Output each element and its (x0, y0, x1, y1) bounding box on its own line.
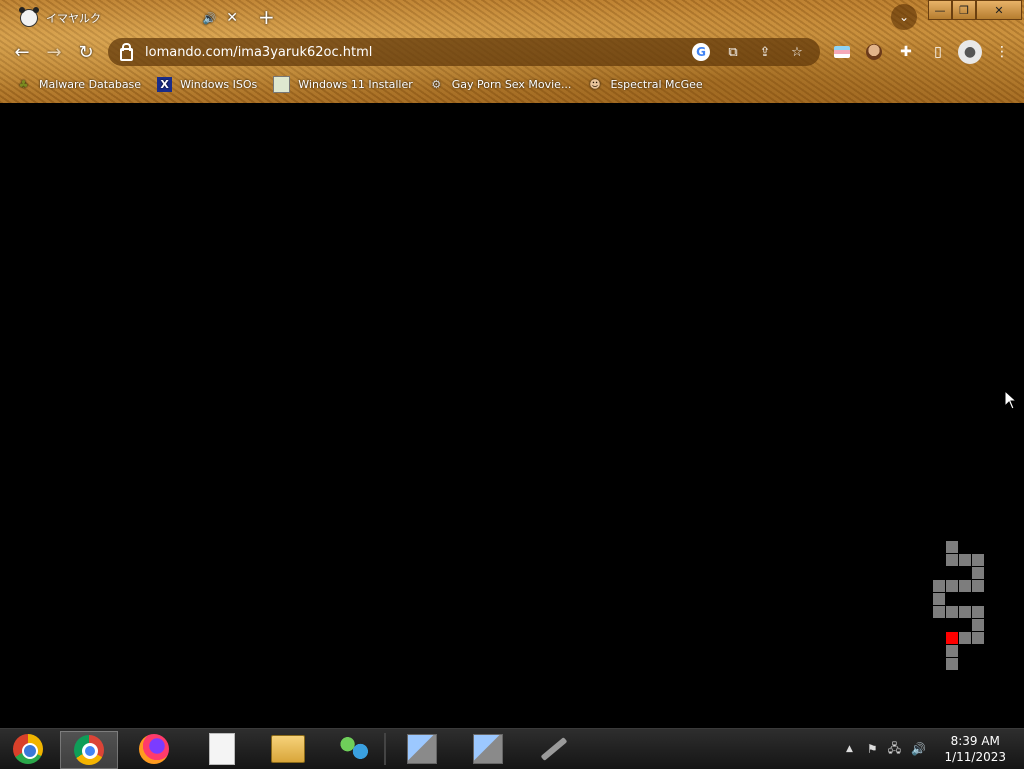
game-grid[interactable] (0, 103, 1024, 728)
browser-tab[interactable]: イマヤルク 🔊 ✕ (8, 4, 248, 32)
taskbar-chrome-canary[interactable] (0, 731, 56, 767)
extension-avatar-icon[interactable] (864, 42, 884, 62)
share-icon[interactable]: ⇪ (756, 43, 774, 61)
chrome-canary-icon (13, 734, 43, 764)
installer-icon-1 (407, 734, 437, 764)
forward-button[interactable]: → (42, 40, 66, 64)
close-window-button[interactable]: ✕ (976, 0, 1022, 20)
bookmark-windows-isos[interactable]: X Windows ISOs (157, 76, 258, 92)
image-icon (273, 75, 291, 93)
bookmark-espectral-mcgee[interactable]: ☻ Espectral McGee (587, 77, 702, 92)
new-tab-button[interactable]: + (258, 5, 275, 29)
browser-chrome: イマヤルク 🔊 ✕ + ⌄ — ❐ ✕ ← → ↻ lomando.com/im… (0, 0, 1024, 103)
game-cell (972, 554, 984, 566)
blank-document-icon (209, 733, 235, 765)
game-cell (933, 580, 945, 592)
arrow-left-icon: ← (14, 41, 30, 63)
game-cell (972, 567, 984, 579)
bookmark-label: Espectral McGee (610, 77, 703, 91)
flag-icon[interactable]: ⚑ (867, 742, 878, 756)
lock-icon (120, 42, 133, 61)
taskbar-file-explorer[interactable] (260, 731, 316, 767)
google-icon[interactable]: G (692, 43, 710, 61)
taskbar-separator (384, 733, 386, 765)
game-cell (946, 645, 958, 657)
address-bar[interactable]: lomando.com/ima3yaruk62oc.html G ⧉ ⇪ ☆ (108, 38, 820, 66)
bookmark-gay-porn-sex-movie[interactable]: ⚙ Gay Porn Sex Movie... (429, 77, 572, 92)
extension-flag-icon[interactable] (832, 42, 852, 62)
face-icon: ☻ (589, 77, 601, 91)
clock[interactable]: 8:39 AM 1/11/2023 (944, 733, 1006, 765)
taskbar-installer-1[interactable] (394, 731, 450, 767)
tab-title: イマヤルク (46, 12, 101, 25)
taskbar-sword[interactable] (526, 731, 582, 767)
tab-search-button[interactable]: ⌄ (891, 4, 917, 30)
taskbar-firefox[interactable] (126, 731, 182, 767)
game-cell (946, 554, 958, 566)
network-icon[interactable]: 🖧 (888, 739, 901, 760)
clock-time: 8:39 AM (950, 734, 1000, 748)
bookmark-label: Gay Porn Sex Movie... (451, 77, 572, 91)
system-tray: ▲ ⚑ 🖧 🔊 (846, 729, 926, 769)
mouse-cursor-icon (1004, 390, 1018, 410)
taskbar-chrome[interactable] (60, 731, 118, 769)
page-content[interactable] (0, 103, 1024, 728)
close-icon[interactable]: ✕ (226, 10, 238, 26)
x-logo-icon: X (157, 76, 173, 92)
profile-icon[interactable]: ● (958, 40, 982, 64)
side-panel-icon[interactable]: ▯ (928, 42, 948, 62)
reload-icon: ↻ (78, 41, 94, 63)
translate-icon[interactable]: ⧉ (724, 43, 742, 61)
chrome-icon (74, 735, 104, 765)
game-cell (946, 541, 958, 553)
leaf-icon: ♣ (18, 77, 29, 91)
game-cell (972, 606, 984, 618)
game-cell (959, 554, 971, 566)
back-button[interactable]: ← (10, 40, 34, 64)
speaker-icon[interactable]: 🔊 (203, 12, 217, 25)
menu-kebab-icon[interactable]: ⋮ (992, 42, 1012, 62)
chevron-up-icon[interactable]: ▲ (846, 744, 853, 754)
minimize-button[interactable]: — (928, 0, 952, 20)
network-users-icon (338, 737, 370, 761)
taskbar-network-users[interactable] (326, 731, 382, 767)
reload-button[interactable]: ↻ (74, 40, 98, 64)
game-cell (946, 658, 958, 670)
star-icon[interactable]: ☆ (788, 43, 806, 61)
game-cell (972, 619, 984, 631)
taskbar-installer-2[interactable] (460, 731, 516, 767)
bookmark-label: Windows 11 Installer (298, 77, 413, 91)
game-cell-active (946, 632, 958, 644)
bookmark-windows-11-installer[interactable]: Windows 11 Installer (273, 75, 413, 93)
game-cell (946, 606, 958, 618)
installer-icon-2 (473, 734, 503, 764)
file-explorer-icon (271, 735, 305, 763)
sword-icon (540, 737, 568, 761)
gear-disk-icon: ⚙ (431, 77, 442, 91)
game-cell (946, 580, 958, 592)
bookmarks-bar: ♣ Malware Database X Windows ISOs Window… (0, 72, 1024, 96)
panda-favicon-icon (19, 7, 39, 27)
game-cell (959, 606, 971, 618)
game-cell (959, 632, 971, 644)
url-text[interactable]: lomando.com/ima3yaruk62oc.html (145, 45, 692, 60)
game-cell (933, 606, 945, 618)
volume-icon[interactable]: 🔊 (911, 742, 926, 756)
game-cell (933, 593, 945, 605)
game-cell (972, 632, 984, 644)
chevron-down-icon: ⌄ (898, 10, 910, 24)
bookmark-label: Windows ISOs (180, 77, 258, 91)
restore-button[interactable]: ❐ (952, 0, 976, 20)
taskbar: ▲ ⚑ 🖧 🔊 8:39 AM 1/11/2023 (0, 728, 1024, 769)
clock-date: 1/11/2023 (944, 750, 1006, 764)
bookmark-label: Malware Database (39, 77, 142, 91)
bookmark-malware-database[interactable]: ♣ Malware Database (16, 77, 142, 92)
firefox-icon (139, 734, 169, 764)
taskbar-blank-document[interactable] (194, 731, 250, 767)
extensions-puzzle-icon[interactable]: ✚ (896, 42, 916, 62)
game-cell (972, 580, 984, 592)
arrow-right-icon: → (46, 41, 62, 63)
game-cell (959, 580, 971, 592)
